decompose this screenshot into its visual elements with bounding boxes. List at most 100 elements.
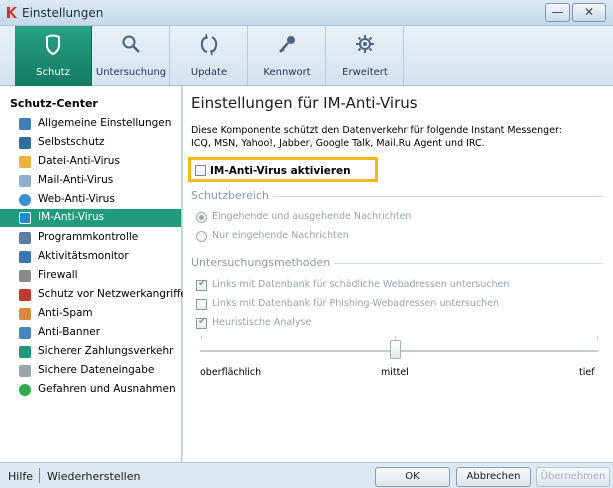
settings-icon [19, 118, 31, 130]
slider-tick [201, 336, 202, 340]
description-line: ICQ, MSN, Yahoo!, Jabber, Google Talk, M… [191, 138, 485, 149]
sidebar-item-label: IM-Anti-Virus [38, 211, 105, 223]
tab-label: Erweitert [342, 67, 388, 78]
scope-option-label[interactable]: Nur eingehende Nachrichten [212, 230, 349, 241]
chat-icon [19, 212, 31, 224]
settings-panel: Einstellungen für IM-Anti-Virus Diese Ko… [183, 86, 613, 462]
sidebar-item-schutz-vor-netzwerkangriffen[interactable]: Schutz vor Netzwerkangriffen [8, 286, 194, 304]
network-attack-icon [19, 289, 31, 301]
method-option-label[interactable]: Links mit Datenbank für Phishing-Webadre… [212, 298, 499, 309]
description-line: Diese Komponente schützt den Datenverkeh… [191, 125, 562, 136]
sidebar-item-label: Programmkontrolle [38, 231, 139, 243]
sidebar-item-label: Allgemeine Einstellungen [38, 117, 172, 129]
shield-icon [46, 34, 60, 56]
activate-label[interactable]: IM-Anti-Virus aktivieren [210, 165, 351, 177]
mail-icon [19, 175, 31, 187]
monitor-icon [19, 251, 31, 263]
analysis-level-slider-thumb[interactable] [390, 340, 401, 359]
activate-checkbox[interactable] [195, 165, 206, 176]
tab-update[interactable]: Update [171, 26, 248, 86]
sidebar-item-datei-anti-virus[interactable]: Datei-Anti-Virus [8, 153, 180, 171]
folder-icon [19, 156, 31, 168]
sidebar-item-mail-anti-virus[interactable]: Mail-Anti-Virus [8, 172, 180, 190]
minimize-button[interactable]: — [545, 3, 570, 22]
sidebar-item-programmkontrolle[interactable]: Programmkontrolle [8, 229, 180, 247]
sidebar-item-label: Anti-Spam [38, 307, 93, 319]
sidebar-item-sicherer-zahlungsverkehr[interactable]: Sicherer Zahlungsverkehr [8, 343, 180, 361]
help-link[interactable]: Hilfe [8, 470, 33, 483]
sidebar-item-anti-spam[interactable]: Anti-Spam [8, 305, 180, 323]
checkmark-icon [19, 384, 31, 396]
payment-icon [19, 346, 31, 358]
sidebar-item-label: Schutz vor Netzwerkangriffen [38, 288, 194, 300]
sidebar-item-label: Sichere Dateneingabe [38, 364, 155, 376]
scope-group-title: Schutzbereich [191, 189, 273, 202]
cancel-button[interactable]: Abbrechen [456, 467, 531, 487]
sidebar-item-aktivitaetsmonitor[interactable]: Aktivitätsmonitor [8, 248, 180, 266]
method-checkbox-phishing-links[interactable] [196, 299, 207, 310]
method-checkbox-malicious-links[interactable] [196, 278, 207, 291]
key-icon [279, 36, 295, 53]
slider-label-medium: mittel [381, 367, 409, 378]
funnel-icon [19, 232, 31, 244]
window-title: Einstellungen [22, 6, 104, 20]
sidebar-item-label: Datei-Anti-Virus [38, 155, 120, 167]
sidebar-item-label: Firewall [38, 269, 78, 281]
scope-option-label[interactable]: Eingehende und ausgehende Nachrichten [212, 211, 411, 222]
tab-label: Schutz [36, 67, 70, 78]
sidebar-item-gefahren-und-ausnahmen[interactable]: Gefahren und Ausnahmen [8, 381, 180, 399]
title-bar: Einstellungen — ✕ [0, 0, 613, 26]
sidebar-item-allgemeine-einstellungen[interactable]: Allgemeine Einstellungen [8, 115, 180, 133]
apply-button[interactable]: Übernehmen [536, 467, 610, 487]
sidebar-item-web-anti-virus[interactable]: Web-Anti-Virus [8, 191, 180, 209]
sidebar-item-sichere-dateneingabe[interactable]: Sichere Dateneingabe [8, 362, 180, 380]
footer-bar: Hilfe Wiederherstellen OK Abbrechen Über… [0, 462, 613, 488]
tab-label: Update [190, 67, 228, 78]
sidebar-item-label: Aktivitätsmonitor [38, 250, 129, 262]
sidebar-item-anti-banner[interactable]: Anti-Banner [8, 324, 180, 342]
slider-label-high: tief [579, 367, 595, 378]
tab-untersuchung[interactable]: Untersuchung [93, 26, 170, 86]
restore-link[interactable]: Wiederherstellen [47, 470, 140, 483]
sidebar-item-label: Mail-Anti-Virus [38, 174, 114, 186]
tab-bar: Schutz Untersuchung Update Kennwort Erwe… [0, 26, 613, 86]
method-option-label[interactable]: Links mit Datenbank für schädliche Webad… [212, 279, 509, 290]
method-option-label[interactable]: Heuristische Analyse [212, 317, 311, 328]
sidebar-item-im-anti-virus[interactable]: IM-Anti-Virus [0, 209, 181, 227]
firewall-icon [19, 270, 31, 282]
slider-label-low: oberflächlich [200, 367, 262, 378]
sidebar-item-label: Anti-Banner [38, 326, 101, 338]
sidebar: Schutz-Center Allgemeine Einstellungen S… [0, 86, 194, 462]
kaspersky-logo-icon [7, 7, 17, 18]
close-button[interactable]: ✕ [572, 3, 606, 22]
sidebar-item-label: Selbstschutz [38, 136, 105, 148]
method-checkbox-heuristics[interactable] [196, 316, 207, 329]
sidebar-title: Schutz-Center [10, 97, 98, 110]
refresh-icon [200, 33, 218, 56]
gear-icon [356, 35, 374, 53]
tab-label: Untersuchung [95, 67, 167, 78]
keyboard-icon [19, 365, 31, 377]
scope-radio-incoming-outgoing[interactable] [196, 212, 207, 223]
tab-erweitert[interactable]: Erweitert [327, 26, 404, 86]
sidebar-item-label: Gefahren und Ausnahmen [38, 383, 176, 395]
component-description: Diese Komponente schützt den Datenverkeh… [191, 124, 606, 150]
sidebar-item-label: Sicherer Zahlungsverkehr [38, 345, 174, 357]
tab-kennwort[interactable]: Kennwort [249, 26, 326, 86]
globe-icon [19, 194, 31, 206]
spam-icon [19, 308, 31, 320]
sidebar-item-selbstschutz[interactable]: Selbstschutz [8, 134, 180, 152]
tab-schutz[interactable]: Schutz [15, 26, 92, 86]
slider-tick [597, 336, 598, 340]
sidebar-item-label: Web-Anti-Virus [38, 193, 115, 205]
banner-icon [19, 327, 31, 339]
ok-button[interactable]: OK [375, 467, 450, 487]
self-protection-icon [19, 137, 31, 149]
tab-label: Kennwort [263, 67, 311, 78]
magnifier-icon [122, 35, 140, 53]
scope-radio-incoming-only[interactable] [196, 231, 207, 242]
methods-group-title: Untersuchungsmethoden [191, 256, 335, 269]
page-title: Einstellungen für IM-Anti-Virus [191, 94, 418, 112]
sidebar-item-firewall[interactable]: Firewall [8, 267, 180, 285]
footer-separator [39, 468, 40, 483]
